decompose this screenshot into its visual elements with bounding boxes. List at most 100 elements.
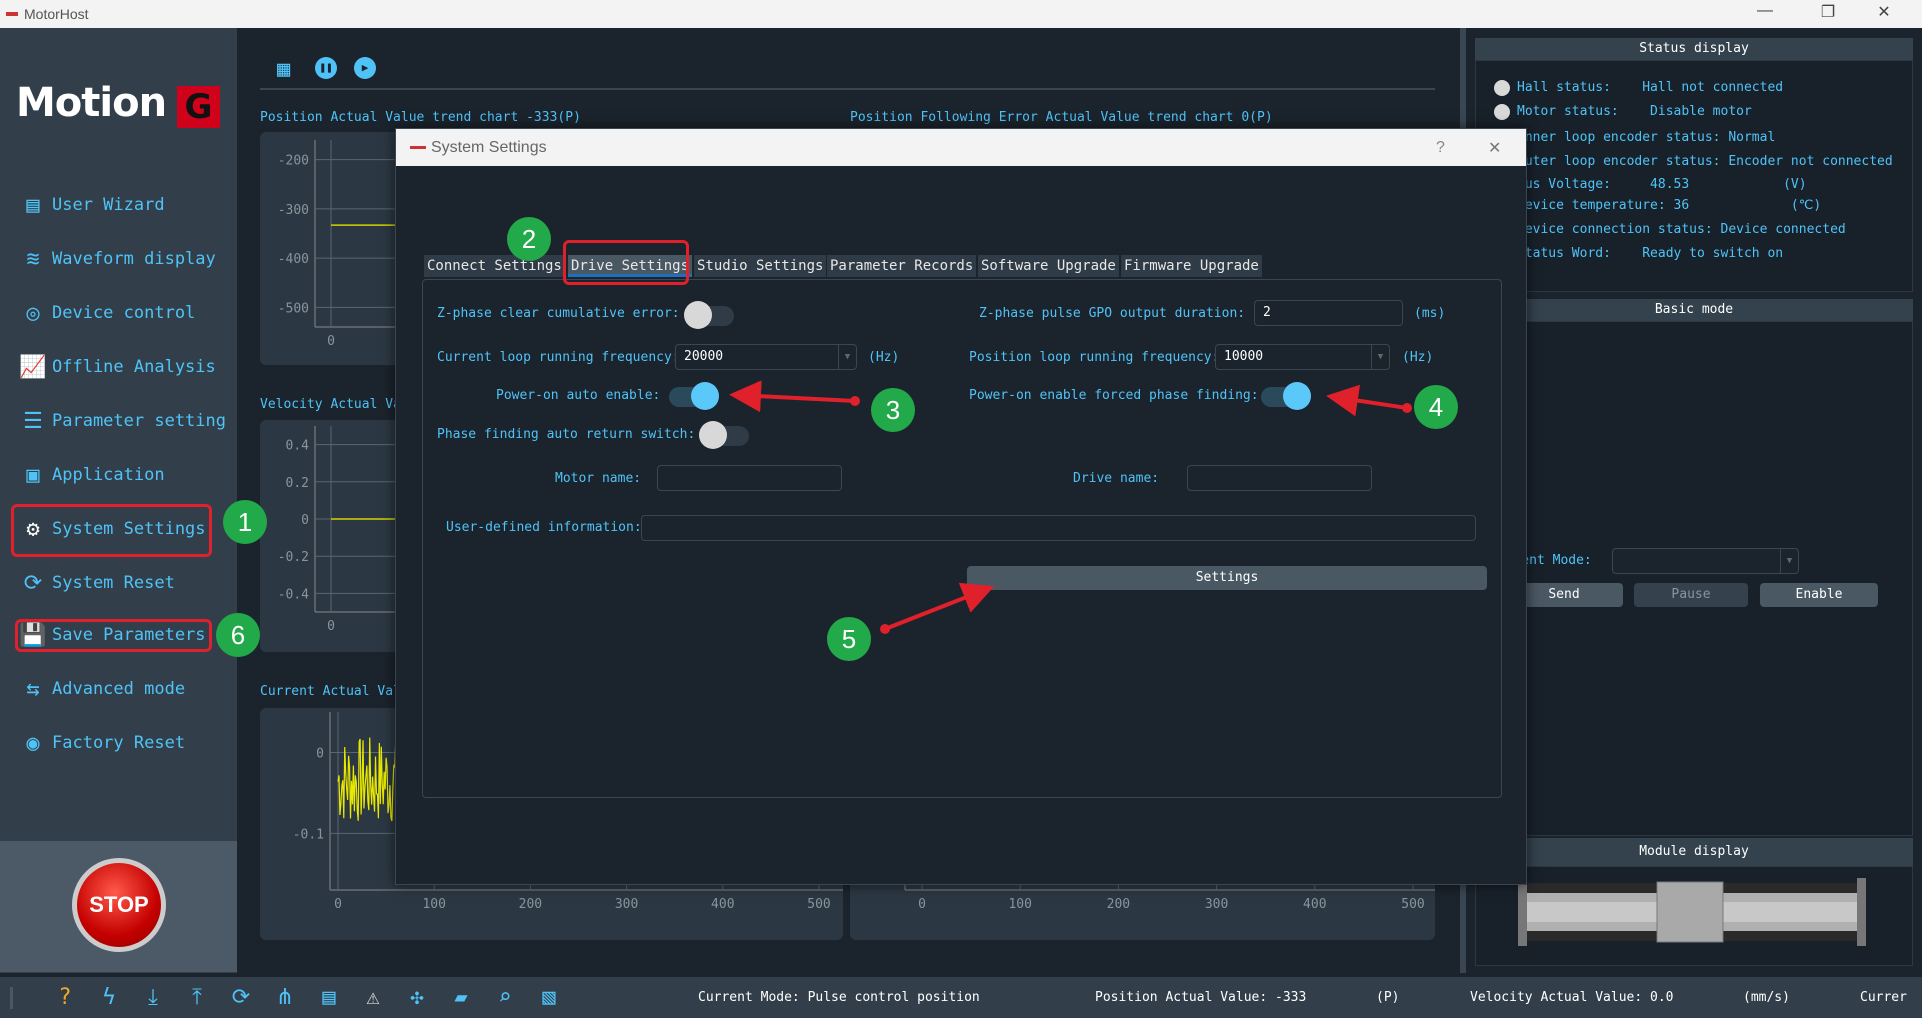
forced-phase-toggle[interactable] (1261, 382, 1311, 410)
power-icon[interactable]: ϟ (94, 985, 124, 1011)
close-window-button[interactable]: ✕ (1864, 2, 1904, 22)
y-tick-label: 0.4 (286, 439, 310, 454)
auto-enable-label: Power-on auto enable: (496, 388, 661, 403)
tab-studio-settings[interactable]: Studio Settings (694, 255, 827, 277)
x-tick-label: 400 (711, 897, 734, 912)
clear-log-icon[interactable]: ▤ (314, 985, 344, 1011)
app-icon (410, 146, 426, 149)
minimize-button[interactable]: — (1745, 2, 1785, 20)
phase-return-label: Phase finding auto return switch: (437, 427, 696, 442)
y-tick-label: -300 (278, 203, 309, 218)
z-gpo-input[interactable]: 2 (1254, 300, 1403, 326)
y-tick-label: -200 (278, 154, 309, 169)
tab-firmware-upgrade[interactable]: Firmware Upgrade (1121, 255, 1262, 277)
y-tick-label: -500 (278, 301, 309, 316)
drive-name-input[interactable] (1187, 465, 1372, 491)
chevron-down-icon: ▼ (1780, 549, 1798, 573)
x-tick-label: 300 (1205, 897, 1228, 912)
x-tick-label: 200 (1107, 897, 1130, 912)
device-temperature: Device temperature: 36 (℃) (1517, 198, 1822, 213)
bus-voltage: Bus Voltage: 48.53 (V) (1517, 177, 1807, 192)
y-tick-label: -0.2 (278, 550, 309, 565)
y-tick-label: 0 (301, 513, 309, 528)
annotation-badge-1: 1 (223, 500, 267, 544)
annotation-badge-5: 5 (827, 617, 871, 661)
user-info-input[interactable] (641, 515, 1476, 541)
network-icon[interactable]: ⋔ (270, 985, 300, 1011)
status-current: Currer (1860, 990, 1907, 1005)
chevron-down-icon: ▼ (838, 345, 856, 369)
y-tick-label: -0.1 (293, 827, 324, 842)
motor-name-input[interactable] (657, 465, 842, 491)
status-display-header: Status display (1475, 38, 1913, 60)
refresh-icon[interactable]: ⟳ (226, 985, 256, 1011)
enable-button[interactable]: Enable (1760, 583, 1878, 607)
help-icon[interactable]: ? (50, 985, 80, 1011)
hall-status-indicator (1494, 80, 1510, 96)
x-tick-label: 100 (1008, 897, 1031, 912)
y-tick-label: -0.4 (278, 587, 309, 602)
series-line (337, 737, 397, 822)
z-gpo-unit: (ms) (1414, 306, 1446, 321)
folder-icon[interactable]: ▰ (446, 985, 476, 1011)
user-info-label: User-defined information: (446, 520, 642, 535)
maximize-button[interactable]: ❐ (1808, 2, 1848, 22)
chevron-down-icon: ▼ (1371, 345, 1389, 369)
phase-return-toggle[interactable] (699, 421, 749, 449)
drone-icon[interactable]: ✣ (402, 985, 432, 1011)
dialog-title: System Settings (431, 139, 547, 156)
search-doc-icon[interactable]: ⌕ (490, 985, 520, 1011)
annotation-badge-6: 6 (216, 613, 260, 657)
highlight-drive-settings-tab (563, 240, 689, 285)
annotation-badge-2: 2 (507, 217, 551, 261)
tab-parameter-records[interactable]: Parameter Records (827, 255, 977, 277)
position-freq-label: Position loop running frequency: (969, 350, 1220, 365)
z-clear-label: Z-phase clear cumulative error: (437, 306, 680, 321)
motor-status: Motor status: Disable motor (1517, 104, 1752, 119)
right-panel: Status display Hall status: Hall not con… (1460, 28, 1922, 973)
current-freq-unit: (Hz) (868, 350, 900, 365)
dialog-close-button[interactable]: ✕ (1488, 138, 1501, 158)
x-tick-label: 200 (519, 897, 542, 912)
x-tick-label: 100 (422, 897, 445, 912)
x-tick-label: 0 (327, 334, 335, 349)
hall-status: Hall status: Hall not connected (1517, 80, 1784, 95)
x-tick-label: 0 (327, 619, 335, 634)
inner-encoder-status: Inner loop encoder status: Normal (1517, 130, 1776, 145)
current-freq-label: Current loop running frequency: (437, 350, 680, 365)
download-icon[interactable]: ⤓ (138, 985, 168, 1011)
tab-software-upgrade[interactable]: Software Upgrade (978, 255, 1119, 277)
warning-icon[interactable]: ⚠ (358, 985, 388, 1011)
status-position-unit: (P) (1376, 990, 1400, 1005)
status-bar: ? ϟ ⤓ ⤒ ⟳ ⋔ ▤ ⚠ ✣ ▰ ⌕ ▧ Current Mode: Pulse control… (0, 977, 1922, 1018)
y-tick-label: 0.2 (286, 476, 309, 491)
annotation-badge-4: 4 (1414, 385, 1458, 429)
grip-handle[interactable] (10, 987, 13, 1009)
status-word: Status Word: Ready to switch on (1517, 246, 1784, 261)
basic-mode-header: Basic mode (1475, 299, 1913, 321)
drive-name-label: Drive name: (1073, 471, 1160, 486)
tab-connect-settings[interactable]: Connect Settings (424, 255, 565, 277)
code-file-icon[interactable]: ▧ (534, 985, 564, 1011)
settings-button[interactable]: Settings (967, 566, 1487, 590)
upload-icon[interactable]: ⤒ (182, 985, 212, 1011)
position-freq-select[interactable]: 10000 ▼ (1215, 344, 1390, 370)
dialog-titlebar: System Settings ? ✕ (396, 129, 1526, 166)
z-clear-toggle[interactable] (684, 301, 734, 329)
x-tick-label: 0 (334, 897, 342, 912)
pause-button: Pause (1634, 583, 1748, 607)
current-freq-select[interactable]: 20000 ▼ (675, 344, 857, 370)
x-tick-label: 400 (1303, 897, 1326, 912)
outer-encoder-status: Outer loop encoder status: Encoder not c… (1517, 154, 1893, 169)
x-tick-label: 500 (1401, 897, 1424, 912)
status-current-mode: Current Mode: Pulse control position (698, 990, 980, 1005)
auto-enable-toggle[interactable] (669, 382, 719, 410)
current-mode-select[interactable]: ▼ (1612, 548, 1799, 574)
connection-status: Device connection status: Device connect… (1517, 222, 1846, 237)
forced-phase-label: Power-on enable forced phase finding: (969, 388, 1259, 403)
position-freq-value: 10000 (1224, 349, 1264, 364)
status-velocity-unit: (mm/s) (1743, 990, 1790, 1005)
z-gpo-label: Z-phase pulse GPO output duration: (979, 306, 1246, 321)
status-position: Position Actual Value: -333 (1095, 990, 1307, 1005)
help-button[interactable]: ? (1436, 139, 1445, 157)
